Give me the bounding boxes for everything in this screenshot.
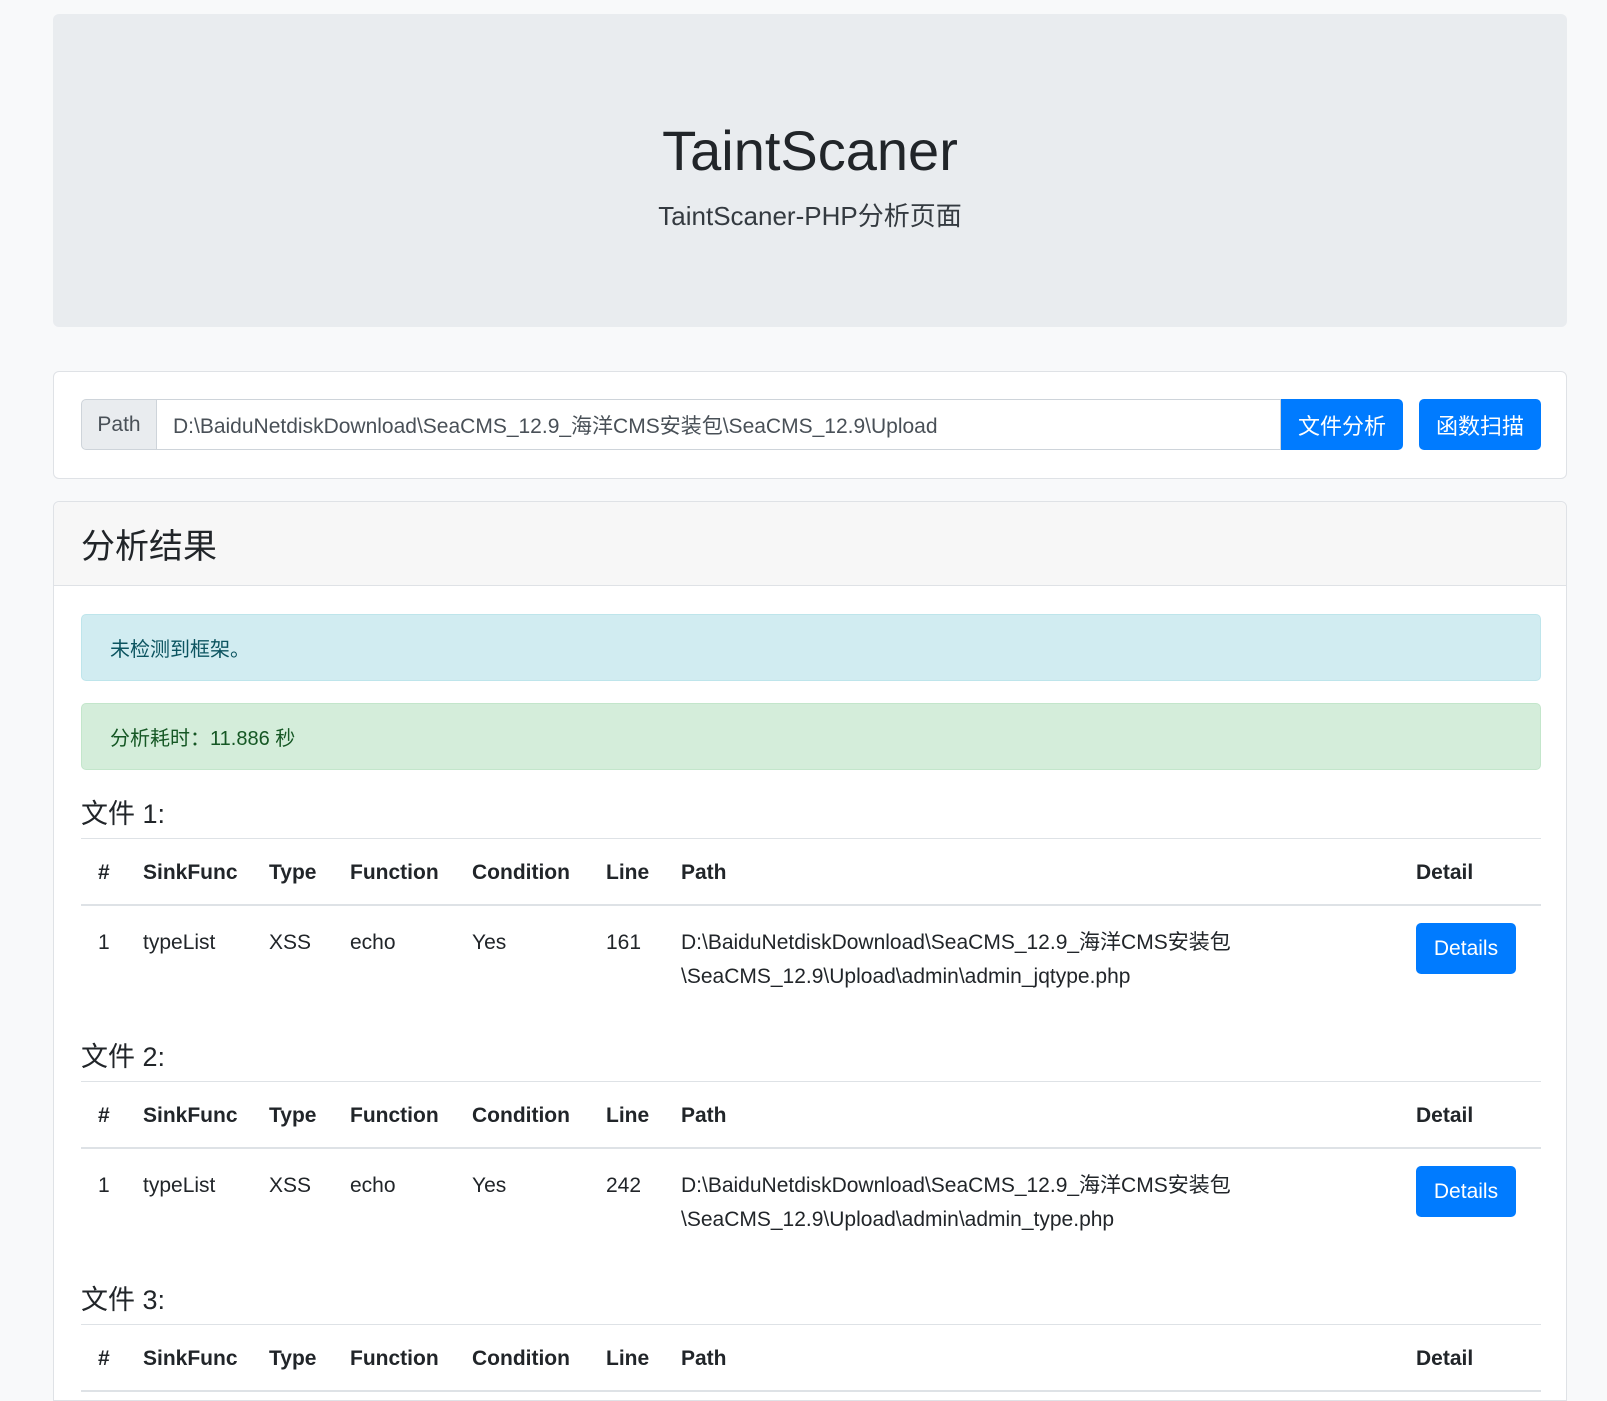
cell-path: D:\BaiduNetdiskDownload\SeaCMS_12.9_海洋CM…	[681, 1169, 1241, 1237]
table-row: 1 typeList XSS echo Yes 161 D:\BaiduNetd…	[81, 906, 1541, 1016]
cell-path: D:\BaiduNetdiskDownload\SeaCMS_12.9_海洋CM…	[681, 926, 1241, 994]
path-line-1: D:\BaiduNetdiskDownload\SeaCMS_12.9_海洋CM…	[681, 1174, 1231, 1197]
path-line-2: \SeaCMS_12.9\Upload\admin\admin_jqtype.p…	[681, 965, 1131, 988]
col-header-line: Line	[606, 860, 650, 884]
col-header-condition: Condition	[472, 1103, 570, 1127]
table-row: 1 typeList XSS echo Yes 242 D:\BaiduNetd…	[81, 1149, 1541, 1259]
path-line-2: \SeaCMS_12.9\Upload\admin\admin_type.php	[681, 1208, 1115, 1231]
col-header-type: Type	[269, 1103, 317, 1127]
jumbotron: TaintScaner TaintScaner-PHP分析页面	[53, 14, 1567, 327]
cell-num: 1	[98, 931, 110, 954]
table-header: # SinkFunc Type Function Condition Line …	[81, 839, 1541, 906]
cell-sinkfunc: typeList	[143, 931, 216, 954]
col-header-function: Function	[350, 1346, 439, 1370]
page-title: TaintScaner	[662, 119, 958, 182]
path-input-group: Path 文件分析	[81, 399, 1403, 450]
col-header-sinkfunc: SinkFunc	[143, 1346, 238, 1370]
col-header-detail: Detail	[1416, 1346, 1474, 1370]
cell-sinkfunc: typeList	[143, 1174, 216, 1197]
search-card: Path 文件分析 函数扫描	[53, 371, 1567, 479]
cell-type: XSS	[269, 931, 312, 954]
details-button[interactable]: Details	[1416, 1166, 1516, 1217]
cell-condition: Yes	[472, 1174, 507, 1197]
file-title: 文件 3:	[81, 1285, 166, 1315]
file-title: 文件 2:	[81, 1042, 166, 1072]
table-header: # SinkFunc Type Function Condition Line …	[81, 1082, 1541, 1149]
file-title: 文件 1:	[81, 799, 166, 829]
col-header-sinkfunc: SinkFunc	[143, 860, 238, 884]
results-card: 分析结果 未检测到框架。 分析耗时：11.886 秒 文件 1: # SinkF…	[53, 501, 1567, 1401]
time-alert: 分析耗时：11.886 秒	[81, 703, 1541, 770]
page-subtitle: TaintScaner-PHP分析页面	[658, 201, 962, 231]
results-table: # SinkFunc Type Function Condition Line …	[81, 1081, 1541, 1259]
cell-function: echo	[350, 931, 396, 954]
cell-function: echo	[350, 1174, 396, 1197]
col-header-line: Line	[606, 1346, 650, 1370]
cell-type: XSS	[269, 1174, 312, 1197]
col-header-detail: Detail	[1416, 1103, 1474, 1127]
path-addon-label: Path	[81, 399, 157, 450]
col-header-function: Function	[350, 1103, 439, 1127]
col-header-num: #	[98, 1103, 110, 1127]
results-title: 分析结果	[54, 502, 1566, 586]
file-analysis-button[interactable]: 文件分析	[1281, 399, 1403, 450]
function-scan-button[interactable]: 函数扫描	[1419, 399, 1541, 450]
results-table: # SinkFunc Type Function Condition Line …	[81, 1324, 1541, 1392]
col-header-type: Type	[269, 1346, 317, 1370]
col-header-num: #	[98, 1346, 110, 1370]
col-header-line: Line	[606, 1103, 650, 1127]
framework-alert: 未检测到框架。	[81, 614, 1541, 681]
col-header-sinkfunc: SinkFunc	[143, 1103, 238, 1127]
col-header-condition: Condition	[472, 1346, 570, 1370]
col-header-path: Path	[681, 1346, 727, 1370]
col-header-num: #	[98, 860, 110, 884]
cell-num: 1	[98, 1174, 110, 1197]
path-line-1: D:\BaiduNetdiskDownload\SeaCMS_12.9_海洋CM…	[681, 931, 1231, 954]
col-header-function: Function	[350, 860, 439, 884]
col-header-condition: Condition	[472, 860, 570, 884]
cell-line: 161	[606, 931, 642, 954]
table-header: # SinkFunc Type Function Condition Line …	[81, 1325, 1541, 1392]
path-input[interactable]	[157, 399, 1281, 450]
col-header-detail: Detail	[1416, 860, 1474, 884]
cell-condition: Yes	[472, 931, 507, 954]
results-table: # SinkFunc Type Function Condition Line …	[81, 838, 1541, 1016]
col-header-type: Type	[269, 860, 317, 884]
col-header-path: Path	[681, 860, 727, 884]
col-header-path: Path	[681, 1103, 727, 1127]
cell-line: 242	[606, 1174, 642, 1197]
details-button[interactable]: Details	[1416, 923, 1516, 974]
